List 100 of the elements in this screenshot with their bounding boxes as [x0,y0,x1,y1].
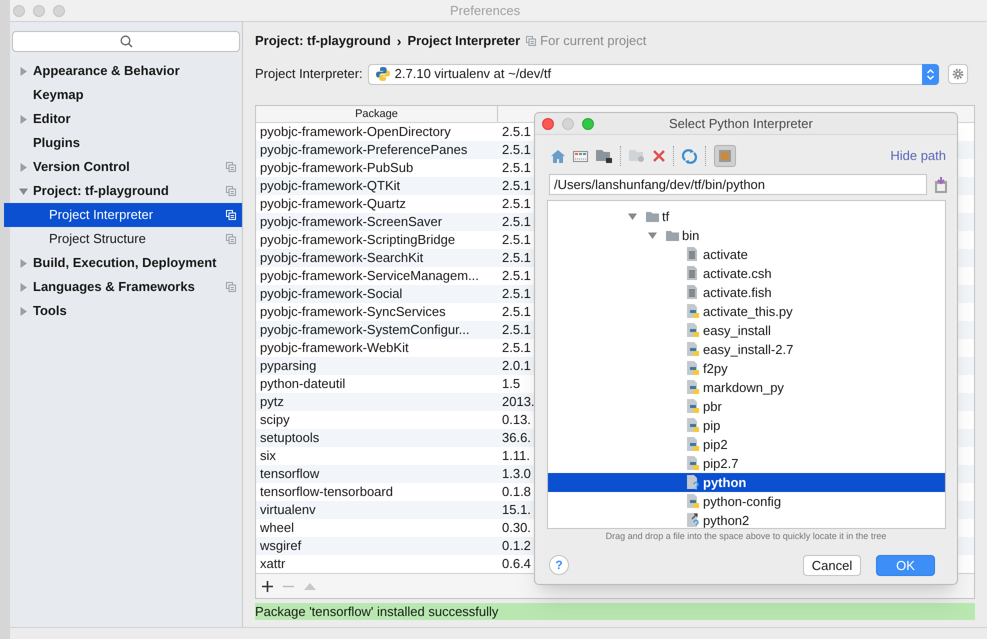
tree-item[interactable]: activate.csh [548,264,945,283]
python-file-icon [686,304,700,319]
interpreter-label: Project Interpreter: [255,65,363,84]
delete-icon[interactable] [653,150,665,162]
tree-item[interactable]: pip2.7 [548,454,945,473]
tree-item[interactable]: easy_install [548,321,945,340]
package-name: pyobjc-framework-Social [259,285,404,304]
minimize-button[interactable] [33,4,45,16]
expand-arrow-icon[interactable] [19,306,28,316]
package-name: wheel [259,519,295,538]
collapse-arrow-icon[interactable] [648,231,657,240]
tree-item[interactable]: pbr [548,397,945,416]
package-name: pyobjc-framework-WebKit [259,339,410,358]
package-version: 2.5.1 [501,159,531,178]
expand-arrow-icon[interactable] [19,162,28,172]
tree-item[interactable]: bin [548,226,945,245]
show-hidden-toggle[interactable] [714,145,736,167]
package-version: 2013. [501,393,535,412]
package-name: pyobjc-framework-ScreenSaver [259,213,444,232]
sidebar-item[interactable]: Keymap [4,83,242,107]
tree-item[interactable]: python-config [548,492,945,511]
package-version: 2.5.1 [501,123,531,142]
package-version: 2.5.1 [501,285,531,304]
package-version: 2.5.1 [501,231,531,250]
close-button[interactable] [13,4,25,16]
package-name: tensorflow [259,465,320,484]
tree-item[interactable]: pip [548,416,945,435]
tree-item[interactable]: f2py [548,359,945,378]
copy-icon [226,234,236,244]
sidebar-item[interactable]: Project Interpreter [4,203,242,227]
package-name: pytz [259,393,285,412]
package-version: 36.6. [501,429,531,448]
package-version: 2.5.1 [501,339,531,358]
copy-icon [526,36,536,46]
tree-item[interactable]: activate_this.py [548,302,945,321]
python-file-icon [686,380,700,395]
dropdown-stepper-icon [922,64,939,84]
sidebar-item[interactable]: Project: tf-playground [4,179,242,203]
package-name: six [259,447,277,466]
sidebar-item[interactable]: Editor [4,107,242,131]
package-version: 2.5.1 [501,303,531,322]
tree-item[interactable]: markdown_py [548,378,945,397]
window-title: Preferences [450,2,520,20]
breadcrumb-item: Project: tf-playground [255,32,391,50]
package-name: xattr [259,555,286,573]
package-version: 0.13. [501,411,531,430]
add-icon[interactable] [262,580,273,592]
minimize-button[interactable] [562,118,574,130]
tree-item[interactable]: pip2 [548,435,945,454]
expand-arrow-icon[interactable] [19,258,28,268]
tree-item[interactable]: easy_install-2.7 [548,340,945,359]
breadcrumb-separator: › [396,32,402,50]
folder-icon[interactable] [596,150,612,162]
python-file-icon [686,437,700,452]
text-file-icon [686,285,700,300]
package-version: 2.5.1 [501,249,531,268]
sidebar-item[interactable]: Appearance & Behavior [4,59,242,83]
zoom-button[interactable] [53,4,65,16]
settings-button[interactable] [948,64,968,84]
new-folder-icon[interactable] [629,150,645,162]
tree-item[interactable]: activate.fish [548,283,945,302]
package-name: wsgiref [259,537,302,556]
tree-item[interactable]: activate [548,245,945,264]
package-version: 1.3.0 [501,465,531,484]
clipboard-icon[interactable] [935,176,947,192]
package-version: 2.5.1 [501,141,531,160]
home-icon[interactable] [551,150,565,162]
sidebar-item[interactable]: Plugins [4,131,242,155]
sidebar-item[interactable]: Build, Execution, Deployment [4,251,242,275]
package-version: 0.1.8 [501,483,531,502]
search-field[interactable] [12,31,240,52]
package-name: pyobjc-framework-PubSub [259,159,414,178]
interpreter-dropdown[interactable]: 2.7.10 virtualenv at ~/dev/tf [368,64,939,84]
collapse-arrow-icon[interactable] [19,186,28,196]
cancel-button[interactable]: Cancel [803,554,861,576]
sidebar-item[interactable]: Tools [4,299,242,323]
python-icon [374,66,391,82]
upgrade-icon[interactable] [304,582,316,590]
python-file-icon [686,418,700,433]
sidebar-item[interactable]: Project Structure [4,227,242,251]
refresh-icon[interactable] [682,148,697,164]
close-button[interactable] [542,118,554,130]
package-name: scipy [259,411,291,430]
package-version: 2.5.1 [501,267,531,286]
hide-path-link[interactable]: Hide path [890,146,946,166]
collapse-arrow-icon[interactable] [628,212,637,221]
expand-arrow-icon[interactable] [19,282,28,292]
tree-item[interactable]: python2 [548,511,945,528]
sidebar-item[interactable]: Version Control [4,155,242,179]
tree-item[interactable]: python [548,473,945,492]
python-file-icon [686,361,700,376]
expand-arrow-icon[interactable] [19,66,28,76]
zoom-button[interactable] [582,118,594,130]
tree-item[interactable]: tf [548,207,945,226]
package-name: pyobjc-framework-PreferencePanes [259,141,468,160]
package-name: pyobjc-framework-Quartz [259,195,407,214]
expand-arrow-icon[interactable] [19,114,28,124]
sidebar-item[interactable]: Languages & Frameworks [4,275,242,299]
desktop-icon[interactable] [573,150,588,162]
path-field[interactable]: /Users/lanshunfang/dev/tf/bin/python [549,174,927,195]
